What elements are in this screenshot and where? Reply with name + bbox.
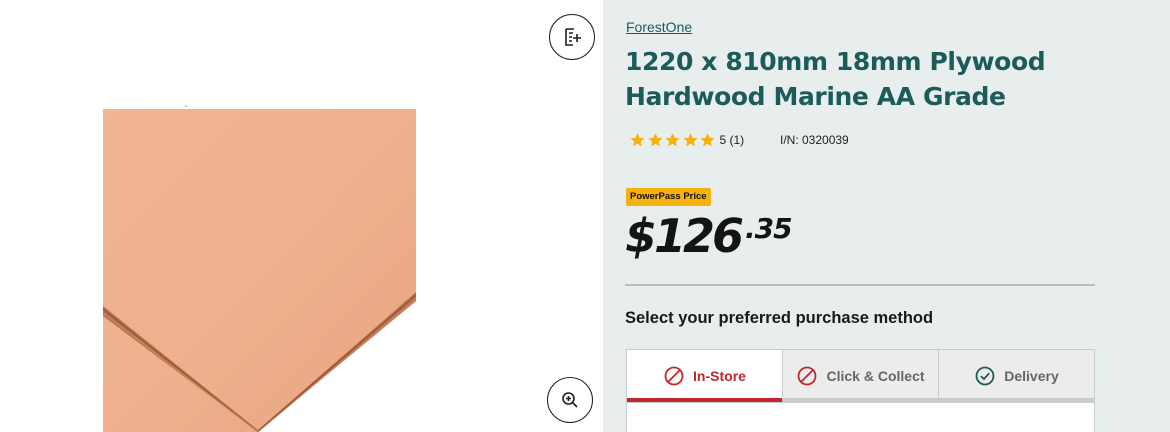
- star-icon: [630, 133, 645, 147]
- tab-label: Click & Collect: [826, 368, 925, 384]
- tab-click-collect[interactable]: Click & Collect: [783, 350, 939, 402]
- price-cents: .35: [745, 212, 793, 245]
- purchase-method-tabs: In-Store Click & Collect Delivery: [626, 349, 1095, 403]
- product-image-gallery: [0, 0, 603, 432]
- item-number: I/N: 0320039: [780, 133, 849, 147]
- compare-add-icon: [565, 28, 581, 46]
- star-icon: [700, 133, 715, 147]
- tab-label: In-Store: [693, 368, 746, 384]
- purchase-method-heading: Select your preferred purchase method: [625, 309, 934, 327]
- price: $126 .35: [625, 209, 793, 263]
- check-circle-icon: [975, 366, 995, 386]
- rating[interactable]: 5 (1): [629, 131, 744, 149]
- rating-count[interactable]: 5 (1): [720, 133, 745, 147]
- powerpass-badge: PowerPass Price: [626, 188, 711, 206]
- product-detail-panel: ForestOne 1220 x 810mm 18mm Plywood Hard…: [603, 0, 1170, 432]
- purchase-method-content: [626, 403, 1095, 432]
- star-icon: [647, 133, 663, 147]
- price-dollars: $126: [625, 209, 744, 263]
- product-title: 1220 x 810mm 18mm Plywood Hardwood Marin…: [625, 47, 1046, 111]
- star-rating: [629, 132, 717, 148]
- prohibited-icon: [664, 366, 684, 386]
- zoom-button[interactable]: [547, 377, 593, 423]
- divider: [625, 284, 1095, 286]
- star-icon: [682, 133, 698, 147]
- product-image: [102, 105, 417, 432]
- tab-delivery[interactable]: Delivery: [939, 350, 1094, 402]
- prohibited-icon: [798, 366, 817, 386]
- tab-in-store[interactable]: In-Store: [627, 350, 783, 402]
- compare-button[interactable]: [549, 14, 595, 60]
- tab-label: Delivery: [1004, 368, 1059, 384]
- zoom-in-icon: [562, 392, 578, 408]
- star-icon: [665, 133, 680, 147]
- brand-link[interactable]: ForestOne: [626, 19, 692, 35]
